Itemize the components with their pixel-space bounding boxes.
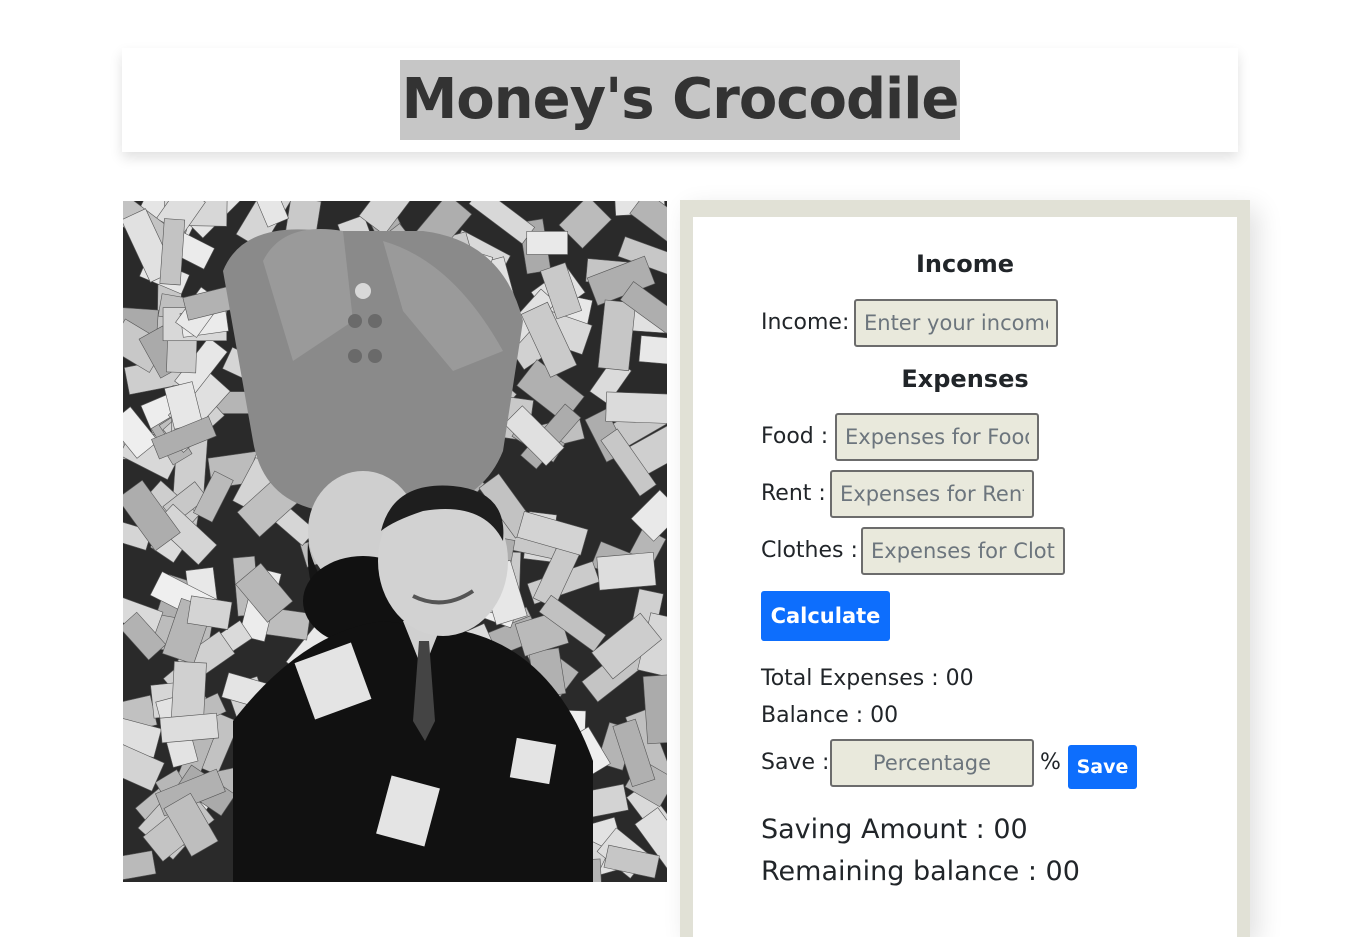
balance-row: Balance : 00: [761, 703, 898, 728]
clothes-label: Clothes :: [761, 538, 858, 563]
percent-symbol: %: [1040, 750, 1061, 775]
bill: [159, 712, 219, 744]
total-expenses-row: Total Expenses : 00: [761, 666, 974, 691]
money-couple-photo: [123, 201, 667, 882]
save-button[interactable]: Save: [1068, 745, 1137, 789]
balance-value: 00: [870, 703, 899, 728]
expenses-heading: Expenses: [901, 365, 1029, 393]
food-expense-input[interactable]: [835, 413, 1039, 461]
total-expenses-value: 00: [945, 666, 974, 691]
rent-expense-input[interactable]: [830, 470, 1034, 518]
save-percentage-input[interactable]: [830, 739, 1034, 787]
photo-illustration: [123, 201, 667, 882]
rent-label: Rent :: [761, 481, 826, 506]
remaining-balance-row: Remaining balance : 00: [761, 856, 1080, 887]
remaining-balance-label: Remaining balance :: [761, 856, 1037, 887]
saving-amount-value: 00: [993, 814, 1028, 845]
bill: [638, 335, 667, 367]
save-label: Save :: [761, 750, 830, 775]
income-heading: Income: [915, 250, 1014, 278]
bill: [159, 218, 186, 286]
remaining-balance-value: 00: [1045, 856, 1080, 887]
income-label: Income:: [761, 310, 850, 335]
bill: [605, 391, 667, 424]
income-input[interactable]: [854, 299, 1058, 347]
header-card: Money's Crocodile: [122, 48, 1238, 152]
bill: [596, 551, 657, 591]
saving-amount-label: Saving Amount :: [761, 814, 985, 845]
bill: [526, 231, 568, 255]
clothes-expense-input[interactable]: [861, 527, 1065, 575]
saving-amount-row: Saving Amount : 00: [761, 814, 1028, 845]
balance-label: Balance :: [761, 703, 864, 728]
page-title: Money's Crocodile: [399, 60, 961, 140]
food-label: Food :: [761, 424, 829, 449]
total-expenses-label: Total Expenses :: [761, 666, 939, 691]
calculate-button[interactable]: Calculate: [761, 591, 890, 641]
